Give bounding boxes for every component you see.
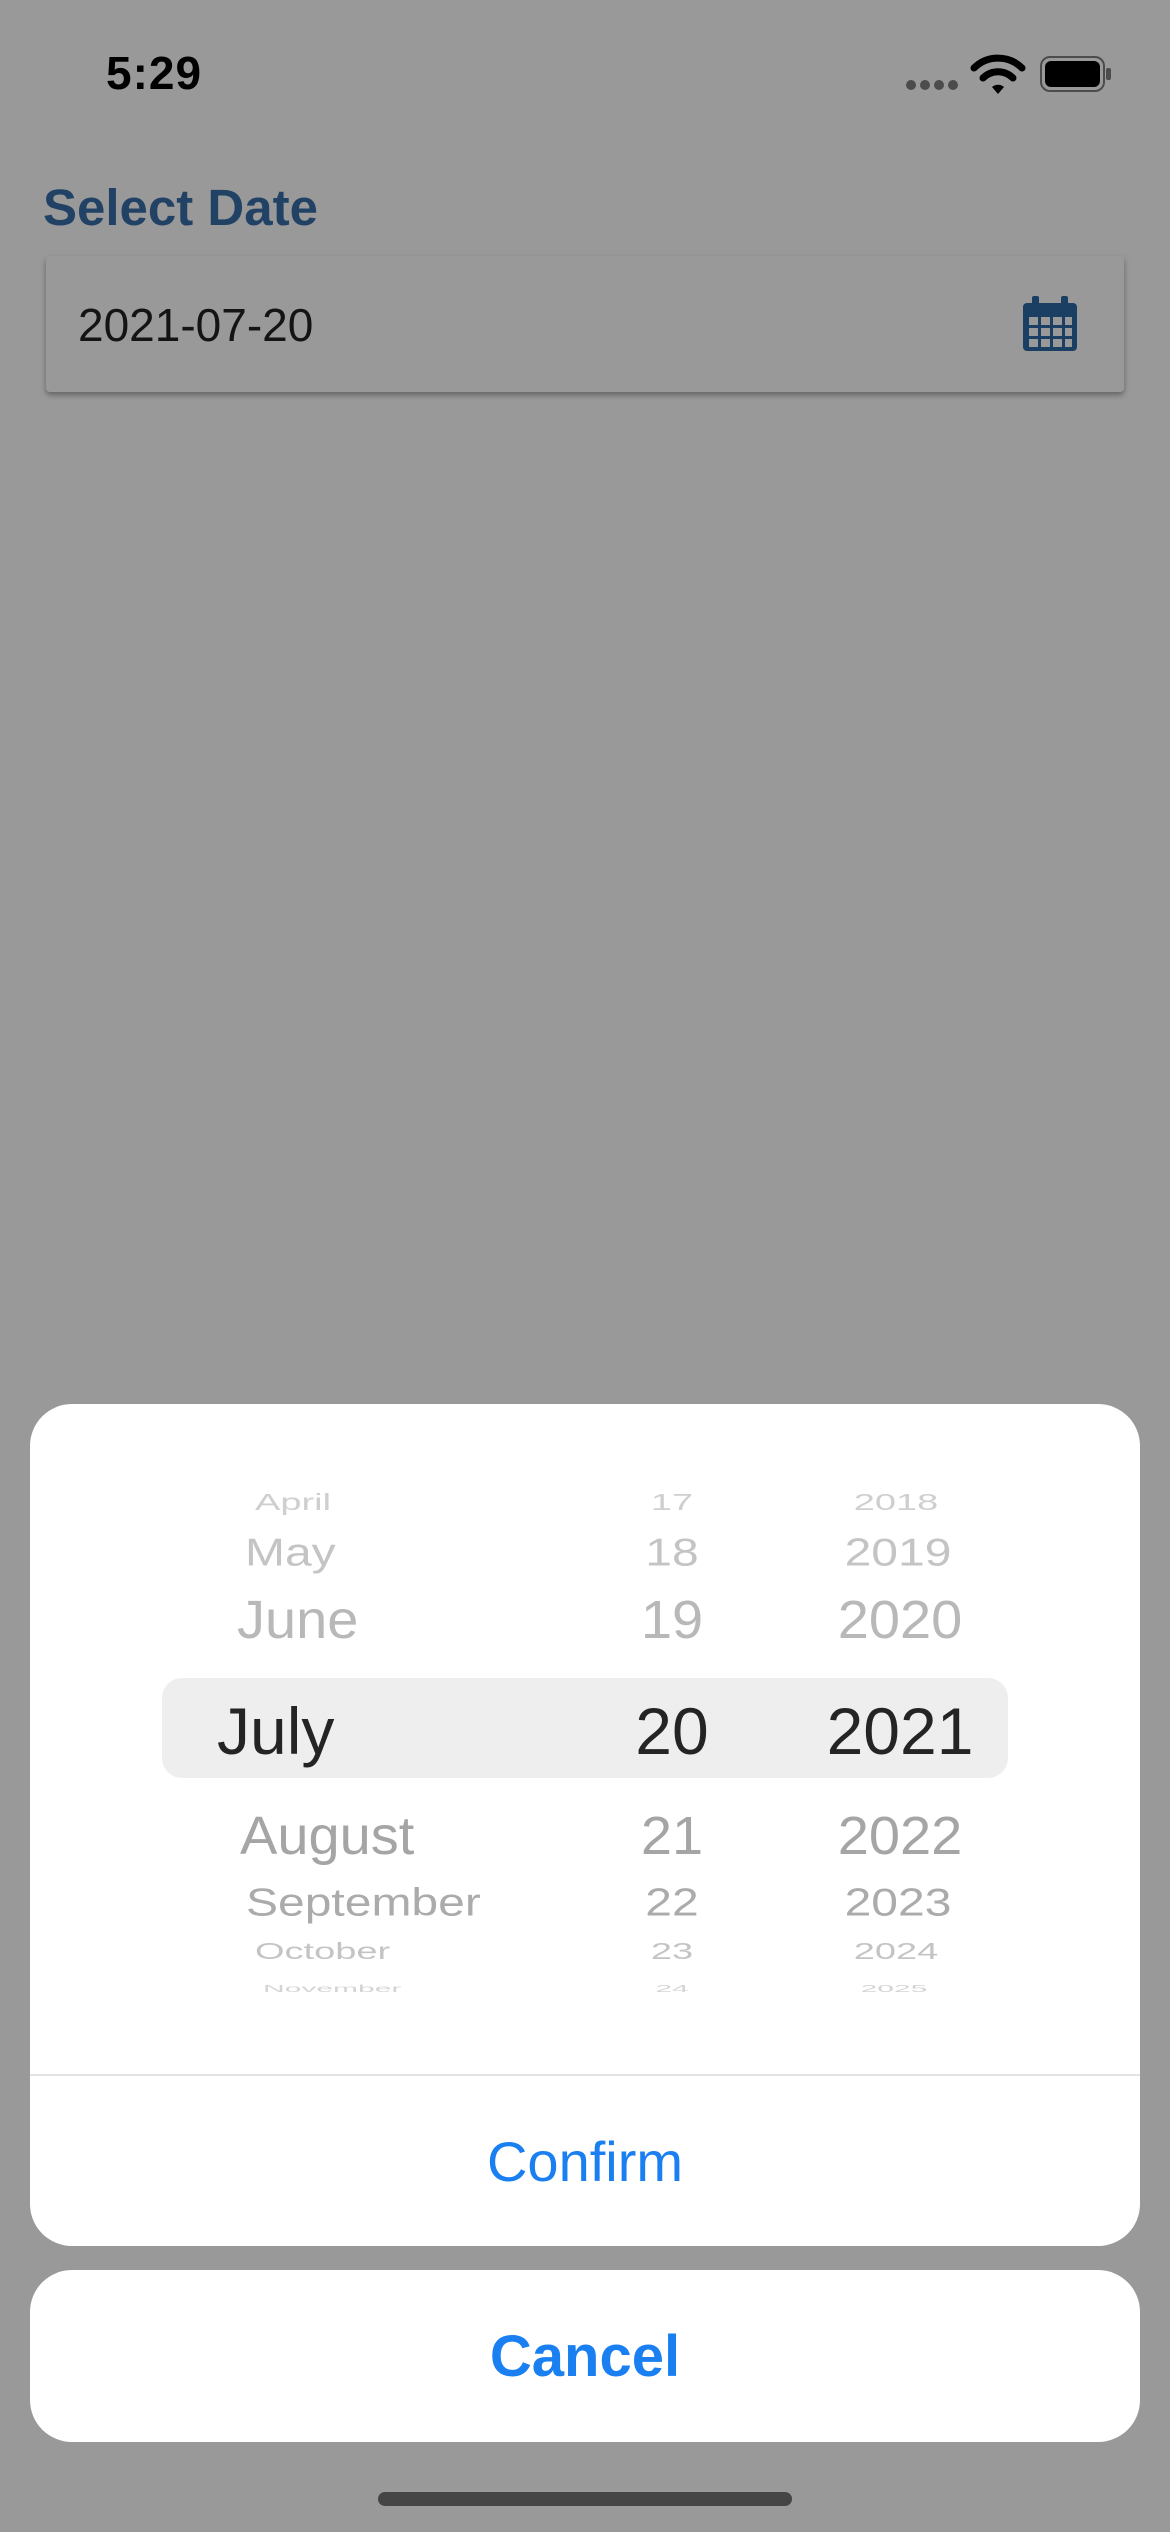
month-option[interactable]: August — [240, 1809, 414, 1863]
month-option[interactable]: May — [245, 1533, 336, 1572]
home-indicator — [378, 2492, 792, 2506]
cancel-button[interactable]: Cancel — [30, 2270, 1140, 2442]
day-option[interactable]: 24 — [655, 1984, 688, 1995]
day-option[interactable]: 19 — [641, 1593, 703, 1647]
day-option[interactable]: 21 — [641, 1809, 703, 1863]
month-wheel[interactable]: MarchAprilMayJuneJulyAugustSeptemberOcto… — [30, 1464, 610, 1996]
month-option[interactable]: July — [217, 1698, 334, 1764]
year-option[interactable]: 2022 — [838, 1809, 963, 1863]
year-option[interactable]: 2018 — [854, 1492, 939, 1515]
month-option[interactable]: June — [237, 1593, 358, 1647]
year-option[interactable]: 2024 — [854, 1941, 939, 1964]
month-option[interactable]: September — [246, 1883, 481, 1922]
year-option[interactable]: 2025 — [861, 1984, 928, 1995]
day-option[interactable]: 20 — [635, 1698, 708, 1764]
day-option[interactable]: 18 — [645, 1533, 698, 1572]
day-option[interactable]: 17 — [651, 1492, 693, 1515]
month-option[interactable]: November — [263, 1984, 401, 1995]
date-picker-sheet: MarchAprilMayJuneJulyAugustSeptemberOcto… — [30, 1404, 1140, 2246]
year-option[interactable]: 2023 — [845, 1883, 952, 1922]
day-wheel[interactable]: 161718192021222324 — [590, 1464, 760, 1996]
year-wheel[interactable]: 201720182019202020212022202320242025 — [770, 1464, 1030, 1996]
year-option[interactable]: 2021 — [827, 1698, 974, 1764]
year-option[interactable]: 2019 — [845, 1533, 952, 1572]
confirm-button[interactable]: Confirm — [30, 2076, 1140, 2246]
day-option[interactable]: 23 — [651, 1941, 693, 1964]
month-option[interactable]: October — [255, 1941, 390, 1964]
day-option[interactable]: 22 — [645, 1883, 698, 1922]
date-picker-wheel[interactable]: MarchAprilMayJuneJulyAugustSeptemberOcto… — [30, 1464, 1140, 1996]
month-option[interactable]: April — [255, 1492, 331, 1515]
year-option[interactable]: 2020 — [838, 1593, 963, 1647]
